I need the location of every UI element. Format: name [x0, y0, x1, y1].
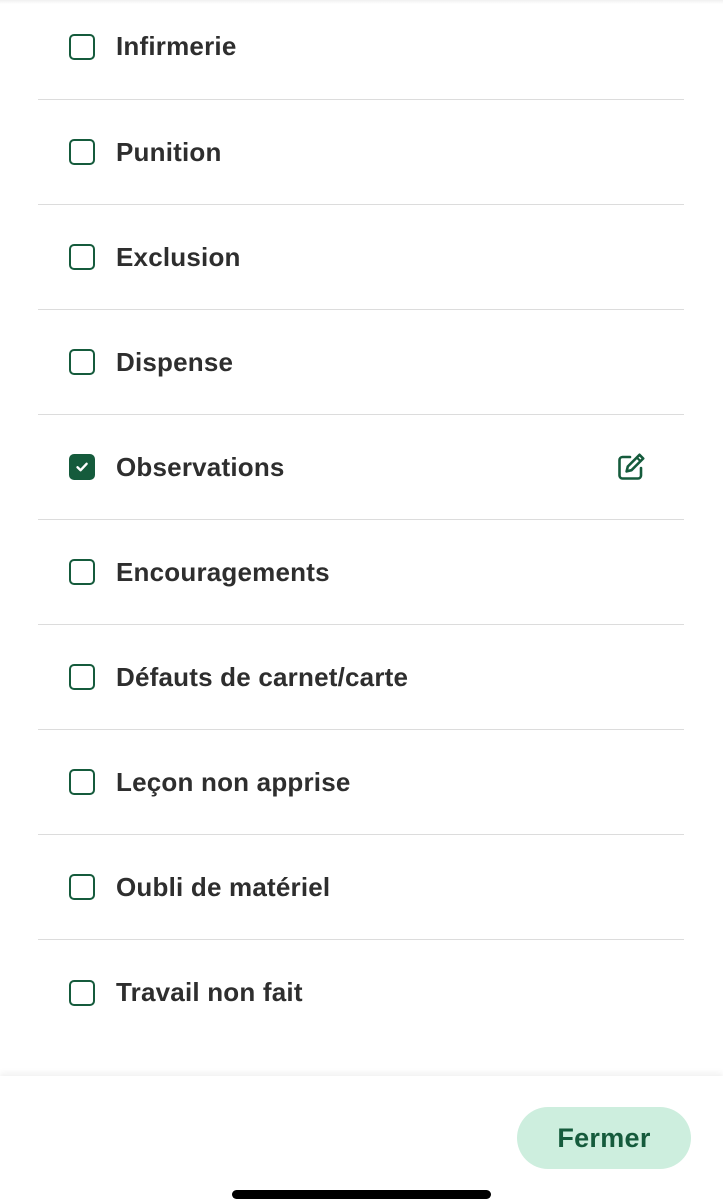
checkbox-punition[interactable]: [69, 139, 95, 165]
list-item-encouragements[interactable]: Encouragements: [38, 520, 684, 625]
list-item-exclusion[interactable]: Exclusion: [38, 205, 684, 310]
checkbox-observations-checked[interactable]: [69, 454, 95, 480]
footer-bar: Fermer: [0, 1076, 723, 1200]
list-item-travail-non-fait[interactable]: Travail non fait: [38, 940, 684, 1045]
checkbox-dispense[interactable]: [69, 349, 95, 375]
edit-observations-button[interactable]: [614, 450, 648, 484]
option-label: Défauts de carnet/carte: [116, 661, 409, 692]
list-item-lecon-non-apprise[interactable]: Leçon non apprise: [38, 730, 684, 835]
option-label: Encouragements: [116, 556, 330, 587]
option-label: Exclusion: [116, 241, 241, 272]
checkbox-infirmerie[interactable]: [69, 33, 95, 60]
check-icon: [76, 462, 88, 472]
close-button[interactable]: Fermer: [517, 1107, 691, 1169]
edit-icon: [618, 453, 645, 480]
checkbox-exclusion[interactable]: [69, 244, 95, 270]
checkbox-lecon-non-apprise[interactable]: [69, 769, 95, 795]
checkbox-defauts-carnet[interactable]: [69, 664, 95, 690]
list-item-observations[interactable]: Observations: [38, 415, 684, 520]
option-label: Observations: [116, 451, 285, 482]
list-item-defauts-carnet[interactable]: Défauts de carnet/carte: [38, 625, 684, 730]
checkbox-encouragements[interactable]: [69, 559, 95, 585]
option-label: Travail non fait: [116, 977, 303, 1007]
list-item-dispense[interactable]: Dispense: [38, 310, 684, 415]
option-label: Infirmerie: [116, 31, 237, 61]
option-label: Oubli de matériel: [116, 871, 331, 902]
option-list: Infirmerie Punition Exclusion Dispense O…: [38, 0, 684, 1045]
option-label: Dispense: [116, 346, 234, 377]
checkbox-travail-non-fait[interactable]: [69, 979, 95, 1006]
list-item-infirmerie[interactable]: Infirmerie: [38, 0, 684, 100]
list-item-oubli-materiel[interactable]: Oubli de matériel: [38, 835, 684, 940]
option-label: Punition: [116, 136, 222, 167]
checkbox-oubli-materiel[interactable]: [69, 874, 95, 900]
home-indicator: [232, 1190, 491, 1199]
list-item-punition[interactable]: Punition: [38, 100, 684, 205]
option-label: Leçon non apprise: [116, 766, 351, 797]
